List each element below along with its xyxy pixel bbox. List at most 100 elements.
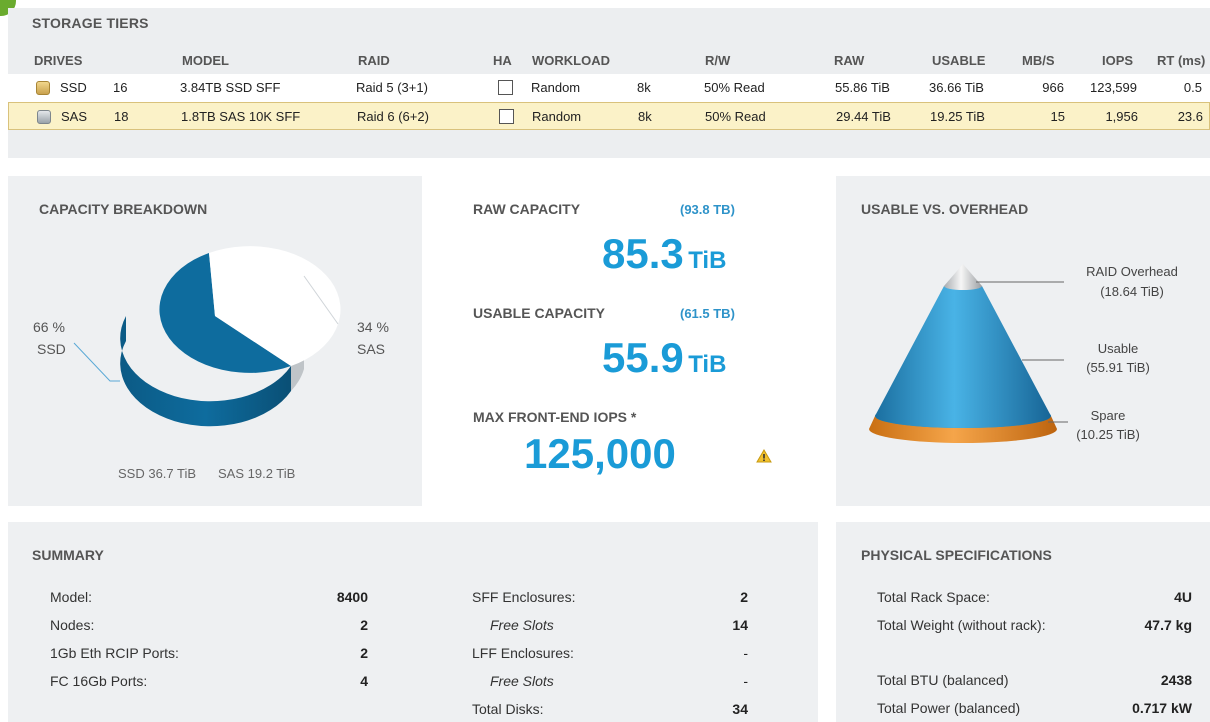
ha-checkbox[interactable]: [498, 80, 513, 95]
storage-tiers-panel: STORAGE TIERS DRIVES MODEL RAID HA WORKL…: [8, 8, 1210, 158]
summary-value-rcip: 2: [360, 645, 368, 661]
drive-type: SAS: [61, 109, 88, 124]
workload-type[interactable]: Random: [531, 74, 580, 102]
usable-vs-overhead-panel: USABLE VS. OVERHEAD RAID Overhead (18.64…: [836, 176, 1210, 506]
header-usable[interactable]: USABLE: [932, 52, 985, 70]
ssd-label: SSD: [37, 341, 66, 357]
header-iops[interactable]: IOPS: [1102, 52, 1133, 70]
phys-value-btu: 2438: [1160, 672, 1192, 688]
header-model[interactable]: MODEL: [182, 52, 229, 70]
sas-drive-icon: [37, 110, 51, 124]
ha-checkbox[interactable]: [499, 109, 514, 124]
summary-label-nodes: Nodes:: [50, 617, 95, 633]
drive-count[interactable]: 18: [114, 103, 128, 131]
summary-label-lff-free: Free Slots: [490, 673, 554, 689]
phys-value-power: 0.717 kW: [1132, 700, 1192, 716]
cone-usable-segment[interactable]: [875, 286, 1051, 428]
storage-tiers-title: STORAGE TIERS: [32, 15, 149, 31]
summary-title: SUMMARY: [32, 547, 104, 563]
mb-per-sec: 15: [1050, 109, 1065, 124]
usable-capacity: 36.66 TiB: [929, 80, 984, 95]
cone-raid-segment[interactable]: [944, 264, 982, 290]
phys-label-power: Total Power (balanced): [877, 700, 1021, 716]
header-rt[interactable]: RT (ms): [1157, 52, 1205, 70]
header-workload[interactable]: WORKLOAD: [532, 52, 610, 70]
max-iops-number: 125,000: [524, 430, 676, 477]
header-raid[interactable]: RAID: [358, 52, 390, 70]
read-write-ratio[interactable]: 50% Read: [704, 74, 765, 102]
mb-per-sec: 966: [1042, 80, 1064, 95]
raw-capacity-tb: (93.8 TB): [680, 202, 735, 217]
raw-capacity: 29.44 TiB: [836, 109, 891, 124]
drive-model[interactable]: 1.8TB SAS 10K SFF: [181, 103, 300, 131]
summary-value-sff-free: 14: [732, 617, 748, 633]
drive-type: SSD: [60, 80, 87, 95]
summary-label-sff: SFF Enclosures:: [472, 589, 576, 605]
raw-capacity-label: RAW CAPACITY: [473, 201, 581, 217]
ssd-drive-icon: [36, 81, 50, 95]
raid-overhead-value: (18.64 TiB): [1100, 284, 1164, 299]
raw-capacity-unit: TiB: [688, 247, 727, 274]
summary-panel: SUMMARY Model: 8400 Nodes: 2 1Gb Eth RCI…: [8, 522, 818, 722]
usable-capacity-label: USABLE CAPACITY: [473, 305, 605, 321]
spare-label: Spare: [1090, 408, 1126, 423]
summary-value-total-disks: 34: [732, 701, 748, 717]
iops-value: 1,956: [1105, 109, 1138, 124]
table-row[interactable]: SSD 16 3.84TB SSD SFF Raid 5 (3+1) Rando…: [8, 74, 1210, 102]
raw-capacity-number: 85.3: [602, 230, 684, 277]
usable-capacity-tb: (61.5 TB): [680, 306, 735, 321]
usable-capacity-value: 55.9 TiB: [602, 334, 726, 382]
usable-label: Usable: [1097, 341, 1139, 356]
warning-icon[interactable]: [756, 449, 772, 463]
iops-value: 123,599: [1090, 80, 1137, 95]
summary-value-sff: 2: [740, 589, 748, 605]
workload-type[interactable]: Random: [532, 103, 581, 131]
sas-percent: 34 %: [357, 319, 389, 335]
drive-model[interactable]: 3.84TB SSD SFF: [180, 74, 280, 102]
summary-value-nodes: 2: [360, 617, 368, 633]
header-raw[interactable]: RAW: [834, 52, 864, 70]
summary-value-lff-free: -: [743, 673, 748, 689]
max-iops-value: 125,000: [524, 430, 676, 478]
block-size[interactable]: 8k: [638, 103, 652, 131]
response-time: 0.5: [1183, 80, 1202, 95]
summary-label-total-disks: Total Disks:: [472, 701, 544, 717]
usable-capacity-number: 55.9: [602, 334, 684, 381]
read-write-ratio[interactable]: 50% Read: [705, 103, 766, 131]
raid-overhead-label: RAID Overhead: [1086, 264, 1178, 279]
header-ha[interactable]: HA: [493, 52, 512, 70]
max-iops-label: MAX FRONT-END IOPS *: [473, 409, 637, 425]
phys-label-btu: Total BTU (balanced): [877, 672, 1009, 688]
summary-label-lff: LFF Enclosures:: [472, 645, 574, 661]
ssd-percent: 66 %: [33, 319, 65, 335]
summary-value-lff: -: [743, 645, 748, 661]
sas-label: SAS: [357, 341, 386, 357]
phys-label-rack-space: Total Rack Space:: [877, 589, 990, 605]
summary-label-rcip: 1Gb Eth RCIP Ports:: [50, 645, 179, 661]
header-rw[interactable]: R/W: [705, 52, 730, 70]
drive-count[interactable]: 16: [113, 74, 127, 102]
legend-ssd: SSD 36.7 TiB: [118, 466, 197, 481]
usable-capacity-unit: TiB: [688, 351, 727, 378]
summary-label-sff-free: Free Slots: [490, 617, 554, 633]
usable-capacity: 19.25 TiB: [930, 109, 985, 124]
physical-specifications-panel: PHYSICAL SPECIFICATIONS Total Rack Space…: [836, 522, 1210, 722]
spare-value: (10.25 TiB): [1076, 427, 1140, 442]
physical-specifications-title: PHYSICAL SPECIFICATIONS: [861, 547, 1052, 563]
phys-label-weight: Total Weight (without rack):: [877, 617, 1046, 633]
summary-value-model: 8400: [336, 589, 368, 605]
raw-capacity-value: 85.3 TiB: [602, 230, 726, 278]
raid-level[interactable]: Raid 5 (3+1): [356, 74, 428, 102]
block-size[interactable]: 8k: [637, 74, 651, 102]
summary-label-model: Model:: [50, 589, 93, 605]
phys-value-weight: 47.7 kg: [1144, 617, 1192, 633]
storage-tiers-header: DRIVES MODEL RAID HA WORKLOAD R/W RAW US…: [8, 52, 1210, 70]
header-drives[interactable]: DRIVES: [34, 52, 82, 70]
summary-label-fc: FC 16Gb Ports:: [50, 673, 148, 689]
phys-value-rack-space: 4U: [1174, 589, 1192, 605]
header-mbs[interactable]: MB/S: [1022, 52, 1055, 70]
raid-level[interactable]: Raid 6 (6+2): [357, 103, 429, 131]
raw-capacity: 55.86 TiB: [835, 80, 890, 95]
summary-value-fc: 4: [360, 673, 368, 689]
table-row[interactable]: SAS 18 1.8TB SAS 10K SFF Raid 6 (6+2) Ra…: [8, 102, 1210, 130]
